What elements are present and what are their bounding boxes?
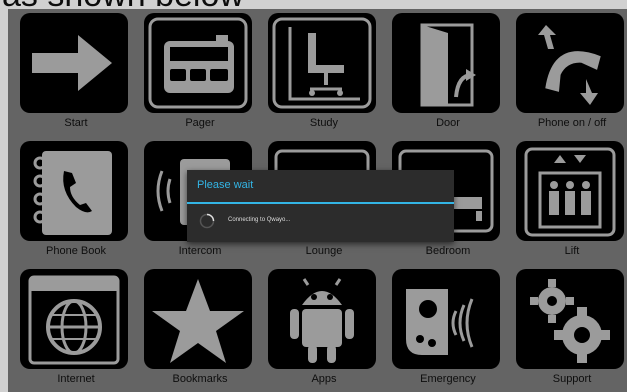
dialog-title: Please wait [197,179,254,191]
spinner-icon [199,213,215,229]
progress-dialog: Please wait Connecting to Qwayo... [187,170,454,242]
dialog-divider [187,202,454,204]
dialog-message: Connecting to Qwayo... [228,217,291,223]
